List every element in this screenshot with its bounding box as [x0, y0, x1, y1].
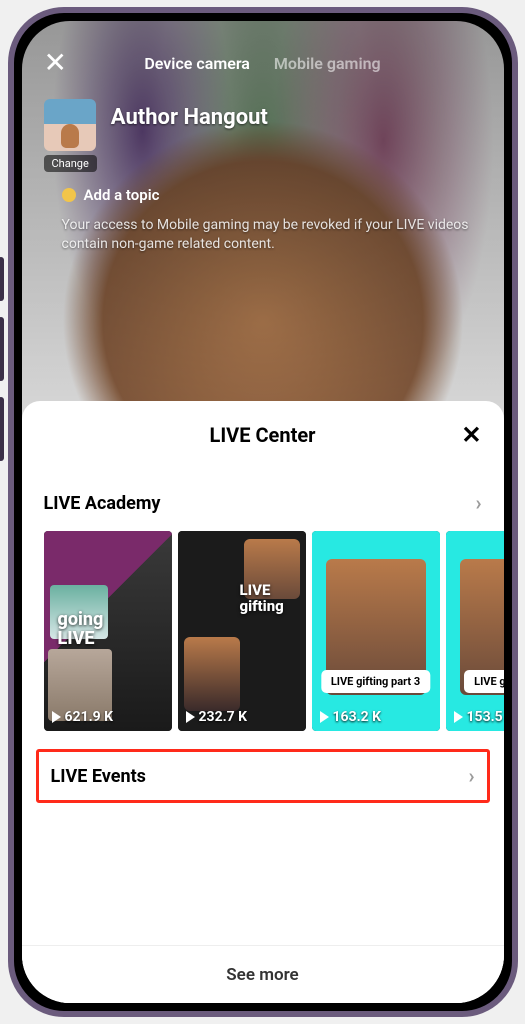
live-center-sheet: LIVE Center ✕ LIVE Academy › going LIVE …: [22, 401, 504, 1003]
mode-tabs: Device camera Mobile gaming: [22, 54, 504, 73]
academy-card[interactable]: LIVE gifting part 2 153.5 K: [446, 531, 504, 731]
avatar-box: Change: [44, 99, 97, 172]
card-thumbnail: [178, 531, 306, 731]
academy-card[interactable]: going LIVE 621.9 K: [44, 531, 172, 731]
play-icon: [186, 711, 195, 723]
card-caption: going LIVE: [58, 611, 158, 649]
live-title[interactable]: Author Hangout: [111, 99, 268, 130]
live-events-highlight: LIVE Events ›: [36, 749, 490, 803]
host-row: Change Author Hangout: [22, 81, 504, 172]
live-events-row[interactable]: LIVE Events ›: [39, 752, 487, 800]
tab-mobile-gaming[interactable]: Mobile gaming: [274, 54, 381, 73]
live-events-label: LIVE Events: [51, 766, 146, 787]
play-count: 621.9 K: [52, 709, 114, 725]
screen: ✕ Device camera Mobile gaming Change Aut…: [22, 21, 504, 1003]
close-icon[interactable]: ✕: [44, 49, 67, 77]
chevron-right-icon: ›: [468, 764, 474, 788]
add-topic-label: Add a topic: [84, 186, 160, 204]
card-thumbnail: [312, 531, 440, 731]
topic-icon: [62, 188, 76, 202]
play-icon: [454, 711, 463, 723]
live-academy-label: LIVE Academy: [44, 493, 161, 514]
card-thumbnail: [446, 531, 504, 731]
phone-frame: ✕ Device camera Mobile gaming Change Aut…: [8, 7, 518, 1017]
sheet-title: LIVE Center ✕: [22, 423, 504, 475]
change-cover-button[interactable]: Change: [44, 155, 97, 172]
academy-card[interactable]: LIVE gifting 232.7 K: [178, 531, 306, 731]
close-icon[interactable]: ✕: [461, 421, 481, 449]
card-chip: LIVE gifting part 2: [464, 670, 503, 693]
academy-card[interactable]: LIVE gifting part 3 163.2 K: [312, 531, 440, 731]
see-more-button[interactable]: See more: [22, 945, 504, 1003]
add-topic-button[interactable]: Add a topic: [22, 172, 504, 204]
tab-device-camera[interactable]: Device camera: [144, 54, 250, 73]
gaming-warning-text: Your access to Mobile gaming may be revo…: [22, 204, 504, 254]
chevron-right-icon: ›: [475, 491, 481, 515]
play-icon: [52, 711, 61, 723]
play-count: 232.7 K: [186, 709, 248, 725]
academy-cards: going LIVE 621.9 K LIVE gifting 232.7 K: [22, 531, 504, 731]
play-count: 163.2 K: [320, 709, 382, 725]
avatar[interactable]: [44, 99, 96, 151]
play-count: 153.5 K: [454, 709, 504, 725]
card-caption: LIVE gifting: [240, 583, 298, 615]
play-icon: [320, 711, 329, 723]
live-academy-row[interactable]: LIVE Academy ›: [22, 475, 504, 531]
card-chip: LIVE gifting part 3: [321, 670, 430, 693]
top-bar: ✕ Device camera Mobile gaming: [22, 21, 504, 81]
